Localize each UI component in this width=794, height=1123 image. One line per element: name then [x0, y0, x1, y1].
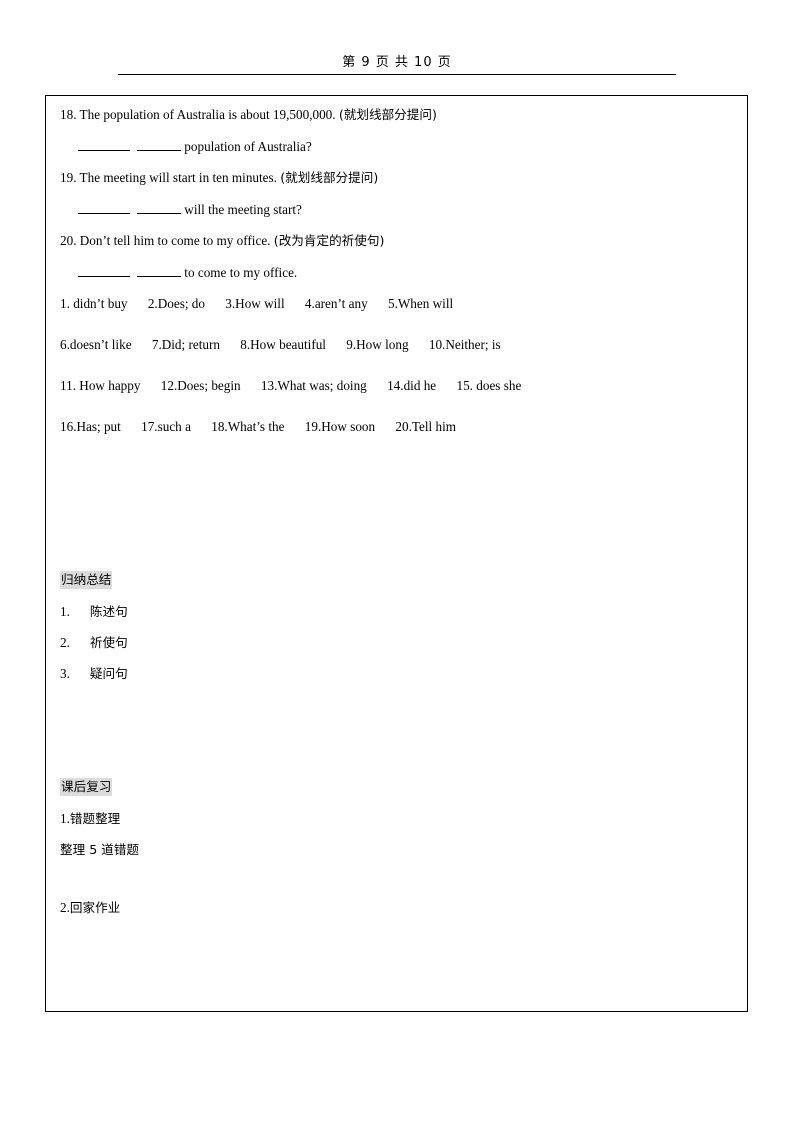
list-item-label: 祈使句: [89, 635, 128, 650]
review-item-2-number: 2.: [60, 900, 70, 915]
answer-key-row: 11. How happy 12.Does; begin 13.What was…: [60, 377, 733, 394]
answer-key-row: 6.doesn’t like 7.Did; return 8.How beaut…: [60, 336, 733, 353]
list-item: 1. 陈述句: [60, 603, 733, 620]
fill-blank-first[interactable]: [78, 202, 130, 214]
answer-key-item: 9.How long: [346, 337, 409, 352]
list-item-number: 3.: [60, 666, 70, 681]
summary-section-title: 归纳总结: [60, 571, 113, 589]
header-divider: [118, 74, 676, 75]
list-item: 2. 祈使句: [60, 634, 733, 651]
vertical-spacer: [60, 859, 733, 899]
summary-list: 1. 陈述句 2. 祈使句 3. 疑问句: [60, 603, 733, 682]
review-section: 课后复习 1.错题整理 整理 5 道错题 2.回家作业: [60, 778, 733, 917]
review-item-1-number: 1.: [60, 811, 70, 826]
answer-key-item: 12.Does; begin: [160, 378, 241, 393]
answer-key-item: 3.How will: [225, 296, 285, 311]
answer-key-item: 4.aren’t any: [304, 296, 368, 311]
exercise-hint: (就划线部分提问): [280, 170, 379, 185]
answer-key-item: 8.How beautiful: [240, 337, 326, 352]
answer-key-row: 1. didn’t buy 2.Does; do 3.How will 4.ar…: [60, 295, 733, 312]
answer-key-item: 11. How happy: [60, 378, 141, 393]
review-item-2-label: 回家作业: [69, 900, 121, 915]
exercise-item: 19. The meeting will start in ten minute…: [60, 169, 733, 186]
answer-tail-text: to come to my office.: [184, 264, 298, 280]
review-item-1: 1.错题整理: [60, 810, 733, 828]
fill-blank-second[interactable]: [137, 265, 181, 277]
answer-key-row: 16.Has; put 17.such a 18.What’s the 19.H…: [60, 418, 733, 435]
fill-blank-first[interactable]: [78, 139, 130, 151]
vertical-spacer: [60, 828, 733, 841]
answer-key-item: 13.What was; doing: [260, 378, 367, 393]
answer-key-item: 6.doesn’t like: [60, 337, 132, 352]
answer-key-item: 2.Does; do: [147, 296, 205, 311]
exercise-item: 20. Don’t tell him to come to my office.…: [60, 232, 733, 249]
answer-key-item: 10.Neither; is: [428, 337, 501, 352]
answer-key-item: 5.When will: [387, 296, 454, 311]
exercise-hint: (改为肯定的祈使句): [273, 233, 385, 248]
list-item-number: 1.: [60, 604, 70, 619]
page-header: 第 9 页 共 10 页: [118, 54, 676, 75]
review-item-2: 2.回家作业: [60, 899, 733, 917]
list-item-label: 陈述句: [89, 604, 128, 619]
answer-key-item: 19.How soon: [304, 419, 376, 434]
review-item-1-label: 错题整理: [69, 811, 121, 826]
exercise-number: 20.: [60, 233, 77, 248]
exercise-hint: (就划线部分提问): [338, 107, 437, 122]
fill-blank-second[interactable]: [137, 139, 181, 151]
review-item-1-detail: 整理 5 道错题: [60, 842, 139, 857]
answer-key-item: 20.Tell him: [395, 419, 457, 434]
vertical-spacer: [60, 682, 733, 778]
exercise-text: Don’t tell him to come to my office.: [79, 233, 271, 248]
exercise-item: 18. The population of Australia is about…: [60, 106, 733, 123]
vertical-spacer: [60, 459, 733, 571]
answer-key-item: 14.did he: [387, 378, 437, 393]
answer-key-item: 16.Has; put: [60, 419, 121, 434]
exercise-text: The meeting will start in ten minutes.: [79, 170, 277, 185]
exercise-number: 19.: [60, 170, 77, 185]
fill-blank-first[interactable]: [78, 265, 130, 277]
answer-tail-text: will the meeting start?: [184, 201, 302, 217]
exercise-answer-line: will the meeting start?: [60, 201, 733, 218]
answer-tail-text: population of Australia?: [184, 138, 312, 154]
list-item-label: 疑问句: [89, 666, 128, 681]
vertical-spacer: [60, 796, 733, 810]
fill-blank-second[interactable]: [137, 202, 181, 214]
answer-key-item: 17.such a: [141, 419, 191, 434]
list-item-number: 2.: [60, 635, 70, 650]
exercise-text: The population of Australia is about 19,…: [79, 107, 336, 122]
answer-key-item: 7.Did; return: [151, 337, 220, 352]
review-section-title: 课后复习: [60, 778, 113, 796]
page-number-label: 第 9 页 共 10 页: [342, 55, 452, 70]
worksheet-content-box: 18. The population of Australia is about…: [45, 95, 748, 1012]
answer-key-item: 1. didn’t buy: [60, 296, 128, 311]
exercise-answer-line: population of Australia?: [60, 138, 733, 155]
answer-key-item: 18.What’s the: [211, 419, 285, 434]
exercise-number: 18.: [60, 107, 77, 122]
summary-section: 归纳总结 1. 陈述句 2. 祈使句 3. 疑问句: [60, 571, 733, 682]
answer-key-item: 15. does she: [456, 378, 522, 393]
list-item: 3. 疑问句: [60, 665, 733, 682]
exercise-answer-line: to come to my office.: [60, 264, 733, 281]
